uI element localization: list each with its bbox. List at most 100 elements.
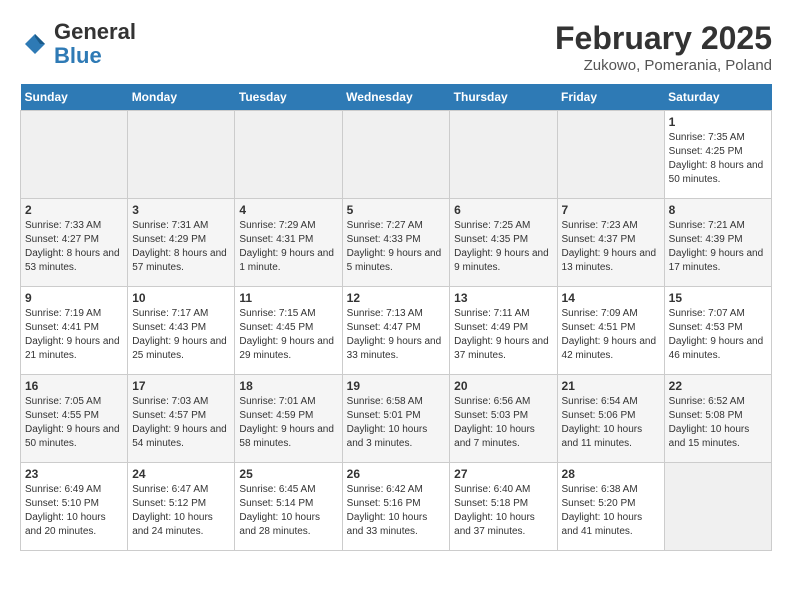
day-info: Sunrise: 7:23 AM Sunset: 4:37 PM Dayligh… — [562, 219, 660, 275]
day-number: 6 — [454, 203, 552, 217]
calendar-day-cell — [21, 111, 128, 199]
weekday-header: Wednesday — [342, 84, 450, 111]
calendar-day-cell — [342, 111, 450, 199]
calendar-week-row: 2 Sunrise: 7:33 AM Sunset: 4:27 PM Daylig… — [21, 199, 772, 287]
calendar-day-cell — [128, 111, 235, 199]
logo-icon — [20, 29, 50, 59]
calendar-day-cell — [450, 111, 557, 199]
day-info: Sunrise: 6:42 AM Sunset: 5:16 PM Dayligh… — [347, 483, 446, 539]
calendar-day-cell: 2 Sunrise: 7:33 AM Sunset: 4:27 PM Daylig… — [21, 199, 128, 287]
day-info: Sunrise: 7:27 AM Sunset: 4:33 PM Dayligh… — [347, 219, 446, 275]
day-info: Sunrise: 7:09 AM Sunset: 4:51 PM Dayligh… — [562, 307, 660, 363]
calendar-week-row: 9Sunrise: 7:19 AM Sunset: 4:41 PM Daylig… — [21, 287, 772, 375]
day-info: Sunrise: 7:07 AM Sunset: 4:53 PM Dayligh… — [669, 307, 767, 363]
day-info: Sunrise: 6:58 AM Sunset: 5:01 PM Dayligh… — [347, 395, 446, 451]
day-info: Sunrise: 6:47 AM Sunset: 5:12 PM Dayligh… — [132, 483, 230, 539]
day-number: 13 — [454, 291, 552, 305]
calendar-day-cell: 22 Sunrise: 6:52 AM Sunset: 5:08 PM Dayli… — [664, 375, 771, 463]
day-info: Sunrise: 6:54 AM Sunset: 5:06 PM Dayligh… — [562, 395, 660, 451]
calendar-day-cell: 3Sunrise: 7:31 AM Sunset: 4:29 PM Daylig… — [128, 199, 235, 287]
day-number: 27 — [454, 467, 552, 481]
day-info: Sunrise: 6:49 AM Sunset: 5:10 PM Dayligh… — [25, 483, 123, 539]
day-number: 24 — [132, 467, 230, 481]
day-info: Sunrise: 7:13 AM Sunset: 4:47 PM Dayligh… — [347, 307, 446, 363]
calendar-day-cell: 11Sunrise: 7:15 AM Sunset: 4:45 PM Dayli… — [235, 287, 342, 375]
calendar-day-cell: 9Sunrise: 7:19 AM Sunset: 4:41 PM Daylig… — [21, 287, 128, 375]
main-title: February 2025 — [555, 20, 772, 57]
day-info: Sunrise: 6:45 AM Sunset: 5:14 PM Dayligh… — [239, 483, 337, 539]
calendar-day-cell: 15 Sunrise: 7:07 AM Sunset: 4:53 PM Dayli… — [664, 287, 771, 375]
day-number: 8 — [669, 203, 767, 217]
calendar-day-cell: 20 Sunrise: 6:56 AM Sunset: 5:03 PM Dayli… — [450, 375, 557, 463]
calendar-day-cell: 26 Sunrise: 6:42 AM Sunset: 5:16 PM Dayli… — [342, 463, 450, 551]
calendar-table: SundayMondayTuesdayWednesdayThursdayFrid… — [20, 84, 772, 551]
calendar-day-cell: 21 Sunrise: 6:54 AM Sunset: 5:06 PM Dayli… — [557, 375, 664, 463]
logo-blue: Blue — [54, 43, 102, 68]
day-info: Sunrise: 7:35 AM Sunset: 4:25 PM Dayligh… — [669, 131, 767, 187]
day-number: 19 — [347, 379, 446, 393]
calendar-day-cell: 17 Sunrise: 7:03 AM Sunset: 4:57 PM Dayli… — [128, 375, 235, 463]
weekday-header: Sunday — [21, 84, 128, 111]
calendar-day-cell: 12 Sunrise: 7:13 AM Sunset: 4:47 PM Dayli… — [342, 287, 450, 375]
day-info: Sunrise: 7:17 AM Sunset: 4:43 PM Dayligh… — [132, 307, 230, 363]
logo: General Blue — [20, 20, 136, 68]
day-number: 26 — [347, 467, 446, 481]
day-info: Sunrise: 7:03 AM Sunset: 4:57 PM Dayligh… — [132, 395, 230, 451]
day-number: 12 — [347, 291, 446, 305]
day-info: Sunrise: 6:56 AM Sunset: 5:03 PM Dayligh… — [454, 395, 552, 451]
day-number: 7 — [562, 203, 660, 217]
day-number: 4 — [239, 203, 337, 217]
calendar-day-cell: 13 Sunrise: 7:11 AM Sunset: 4:49 PM Dayli… — [450, 287, 557, 375]
day-number: 1 — [669, 115, 767, 129]
weekday-header: Monday — [128, 84, 235, 111]
day-number: 15 — [669, 291, 767, 305]
day-number: 2 — [25, 203, 123, 217]
calendar-day-cell — [235, 111, 342, 199]
day-info: Sunrise: 7:11 AM Sunset: 4:49 PM Dayligh… — [454, 307, 552, 363]
day-number: 28 — [562, 467, 660, 481]
day-number: 11 — [239, 291, 337, 305]
calendar-day-cell: 10 Sunrise: 7:17 AM Sunset: 4:43 PM Dayli… — [128, 287, 235, 375]
day-info: Sunrise: 7:33 AM Sunset: 4:27 PM Dayligh… — [25, 219, 123, 275]
day-number: 17 — [132, 379, 230, 393]
calendar-day-cell: 23Sunrise: 6:49 AM Sunset: 5:10 PM Dayli… — [21, 463, 128, 551]
logo-text: General Blue — [54, 20, 136, 68]
day-number: 14 — [562, 291, 660, 305]
day-number: 20 — [454, 379, 552, 393]
day-info: Sunrise: 7:29 AM Sunset: 4:31 PM Dayligh… — [239, 219, 337, 275]
calendar-day-cell: 16 Sunrise: 7:05 AM Sunset: 4:55 PM Dayli… — [21, 375, 128, 463]
calendar-day-cell: 25Sunrise: 6:45 AM Sunset: 5:14 PM Dayli… — [235, 463, 342, 551]
calendar-day-cell: 24 Sunrise: 6:47 AM Sunset: 5:12 PM Dayli… — [128, 463, 235, 551]
day-number: 18 — [239, 379, 337, 393]
day-info: Sunrise: 7:21 AM Sunset: 4:39 PM Dayligh… — [669, 219, 767, 275]
title-block: February 2025 Zukowo, Pomerania, Poland — [555, 20, 772, 74]
day-info: Sunrise: 7:25 AM Sunset: 4:35 PM Dayligh… — [454, 219, 552, 275]
page-header: General Blue February 2025 Zukowo, Pomer… — [20, 20, 772, 74]
calendar-day-cell: 14 Sunrise: 7:09 AM Sunset: 4:51 PM Dayli… — [557, 287, 664, 375]
calendar-day-cell: 4 Sunrise: 7:29 AM Sunset: 4:31 PM Daylig… — [235, 199, 342, 287]
calendar-day-cell: 27Sunrise: 6:40 AM Sunset: 5:18 PM Dayli… — [450, 463, 557, 551]
day-info: Sunrise: 7:31 AM Sunset: 4:29 PM Dayligh… — [132, 219, 230, 275]
weekday-header: Saturday — [664, 84, 771, 111]
day-number: 9 — [25, 291, 123, 305]
day-info: Sunrise: 7:01 AM Sunset: 4:59 PM Dayligh… — [239, 395, 337, 451]
day-info: Sunrise: 6:52 AM Sunset: 5:08 PM Dayligh… — [669, 395, 767, 451]
day-number: 21 — [562, 379, 660, 393]
calendar-day-cell: 5Sunrise: 7:27 AM Sunset: 4:33 PM Daylig… — [342, 199, 450, 287]
calendar-day-cell: 7 Sunrise: 7:23 AM Sunset: 4:37 PM Daylig… — [557, 199, 664, 287]
calendar-week-row: 23Sunrise: 6:49 AM Sunset: 5:10 PM Dayli… — [21, 463, 772, 551]
calendar-day-cell: 8 Sunrise: 7:21 AM Sunset: 4:39 PM Daylig… — [664, 199, 771, 287]
day-number: 10 — [132, 291, 230, 305]
weekday-header: Friday — [557, 84, 664, 111]
day-info: Sunrise: 6:38 AM Sunset: 5:20 PM Dayligh… — [562, 483, 660, 539]
day-number: 16 — [25, 379, 123, 393]
calendar-week-row: 1 Sunrise: 7:35 AM Sunset: 4:25 PM Daylig… — [21, 111, 772, 199]
day-info: Sunrise: 7:05 AM Sunset: 4:55 PM Dayligh… — [25, 395, 123, 451]
calendar-header-row: SundayMondayTuesdayWednesdayThursdayFrid… — [21, 84, 772, 111]
day-number: 22 — [669, 379, 767, 393]
calendar-week-row: 16 Sunrise: 7:05 AM Sunset: 4:55 PM Dayli… — [21, 375, 772, 463]
subtitle: Zukowo, Pomerania, Poland — [555, 57, 772, 74]
weekday-header: Thursday — [450, 84, 557, 111]
calendar-day-cell: 18 Sunrise: 7:01 AM Sunset: 4:59 PM Dayli… — [235, 375, 342, 463]
calendar-day-cell: 1 Sunrise: 7:35 AM Sunset: 4:25 PM Daylig… — [664, 111, 771, 199]
